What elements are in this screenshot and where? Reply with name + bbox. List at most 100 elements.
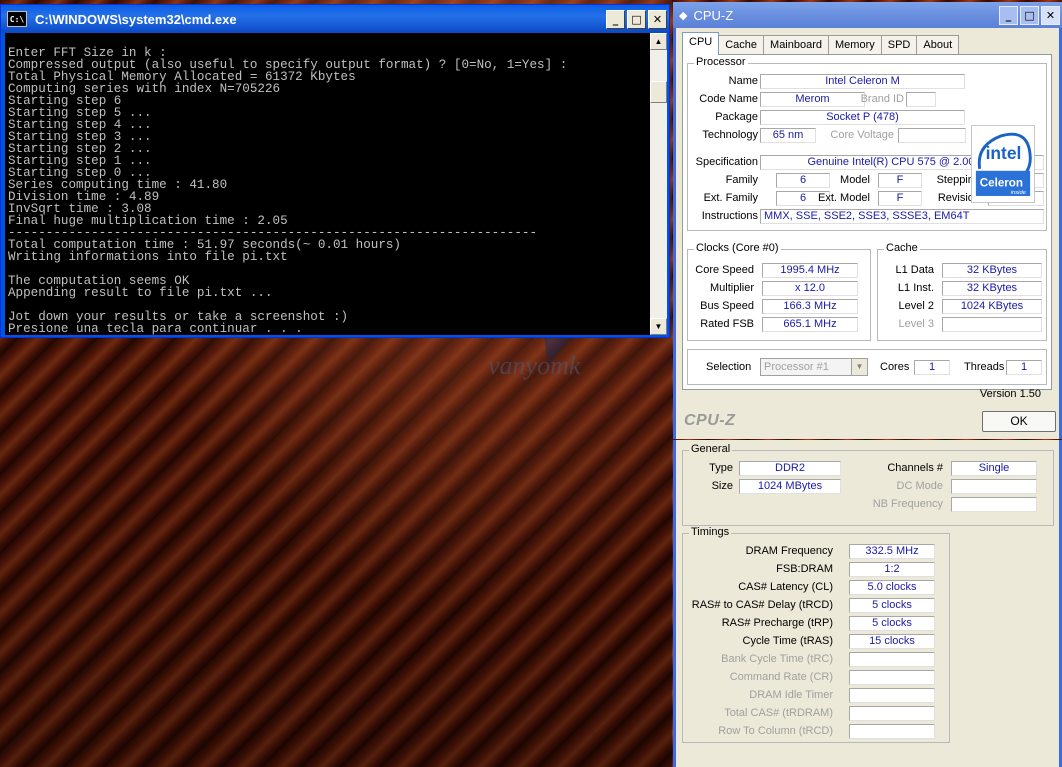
vertical-scrollbar[interactable]: ▲ ▼ bbox=[650, 33, 667, 335]
specification-label: Specification bbox=[695, 156, 758, 168]
cpu-tab-panel: Processor Name Intel Celeron M Code Name… bbox=[682, 54, 1052, 390]
ext-model-label: Ext. Model bbox=[818, 192, 870, 204]
cmd-window: C:\ C:\WINDOWS\system32\cmd.exe _ □ ✕ En… bbox=[0, 4, 670, 338]
console-output-area[interactable]: Enter FFT Size in k : Compressed output … bbox=[5, 33, 650, 335]
core-speed-value: 1995.4 MHz bbox=[762, 263, 858, 278]
cmd-titlebar[interactable]: C:\ C:\WINDOWS\system32\cmd.exe _ □ ✕ bbox=[1, 5, 669, 33]
rated-fsb-label: Rated FSB bbox=[700, 318, 754, 330]
timings-group-title: Timings bbox=[689, 526, 732, 538]
cpuz-cpu-window: ◆ CPU-Z _ □ ✕ CPU Cache Mainboard Memory… bbox=[673, 2, 1062, 439]
cpuz-app-icon: ◆ bbox=[679, 9, 688, 22]
maximize-button[interactable]: □ bbox=[1020, 5, 1039, 25]
core-voltage-label: Core Voltage bbox=[830, 129, 894, 141]
cpuz-titlebar[interactable]: ◆ CPU-Z _ □ ✕ bbox=[673, 2, 1062, 28]
size-value: 1024 MBytes bbox=[739, 479, 841, 494]
memory-panel: General Type DDR2 Size 1024 MBytes Chann… bbox=[676, 440, 1059, 767]
tab-cache[interactable]: Cache bbox=[718, 35, 765, 54]
timing-label: CAS# Latency (CL) bbox=[738, 581, 833, 593]
timing-value bbox=[849, 724, 935, 739]
model-label: Model bbox=[840, 174, 870, 186]
l1-inst-label: L1 Inst. bbox=[897, 282, 934, 294]
core-voltage-value bbox=[898, 128, 966, 143]
type-value: DDR2 bbox=[739, 461, 841, 476]
l1-data-value: 32 KBytes bbox=[942, 263, 1042, 278]
timing-value bbox=[849, 706, 935, 721]
technology-value: 65 nm bbox=[760, 128, 816, 143]
instructions-label: Instructions bbox=[701, 210, 758, 222]
cpuz-title: CPU-Z bbox=[693, 7, 734, 23]
channels-label: Channels # bbox=[887, 462, 943, 474]
l1-inst-value: 32 KBytes bbox=[942, 281, 1042, 296]
console-icon[interactable]: C:\ bbox=[7, 11, 27, 27]
size-label: Size bbox=[711, 480, 733, 492]
clocks-group: Clocks (Core #0) Core Speed 1995.4 MHz M… bbox=[687, 242, 871, 341]
level3-value bbox=[942, 317, 1042, 332]
package-value: Socket P (478) bbox=[760, 110, 965, 125]
timing-label: Command Rate (CR) bbox=[729, 671, 833, 683]
tab-cpu[interactable]: CPU bbox=[682, 32, 720, 55]
processor-select-value: Processor #1 bbox=[764, 361, 829, 373]
processor-select[interactable]: Processor #1 ▼ bbox=[760, 358, 868, 376]
core-speed-label: Core Speed bbox=[695, 264, 754, 276]
timing-label: DRAM Idle Timer bbox=[749, 689, 833, 701]
timing-label: RAS# Precharge (tRP) bbox=[721, 617, 833, 629]
timing-label: Bank Cycle Time (tRC) bbox=[721, 653, 833, 665]
threads-value: 1 bbox=[1006, 360, 1042, 375]
multiplier-value: x 12.0 bbox=[762, 281, 858, 296]
cores-value: 1 bbox=[914, 360, 950, 375]
codename-value: Merom bbox=[760, 92, 865, 107]
minimize-button[interactable]: _ bbox=[999, 5, 1018, 25]
general-group: General Type DDR2 Size 1024 MBytes Chann… bbox=[682, 443, 1054, 526]
timing-label: RAS# to CAS# Delay (tRCD) bbox=[691, 599, 833, 611]
close-button[interactable]: ✕ bbox=[1041, 5, 1060, 25]
threads-label: Threads bbox=[964, 361, 1005, 373]
brandid-label: Brand ID bbox=[860, 93, 904, 105]
timing-value: 5 clocks bbox=[849, 598, 935, 613]
technology-label: Technology bbox=[702, 129, 758, 141]
nb-frequency-label: NB Frequency bbox=[872, 498, 943, 510]
scroll-down-arrow-icon[interactable]: ▼ bbox=[650, 318, 667, 335]
scroll-thumb[interactable] bbox=[650, 81, 667, 103]
timing-value: 5.0 clocks bbox=[849, 580, 935, 595]
timing-value bbox=[849, 652, 935, 667]
timing-label: Row To Column (tRCD) bbox=[718, 725, 833, 737]
timing-value bbox=[849, 688, 935, 703]
maximize-button[interactable]: □ bbox=[627, 9, 646, 29]
tab-about[interactable]: About bbox=[916, 35, 960, 54]
intel-celeron-logo: intel Celeron inside bbox=[971, 125, 1035, 203]
version-label: Version 1.50 bbox=[979, 388, 1041, 400]
type-label: Type bbox=[709, 462, 733, 474]
scroll-up-arrow-icon[interactable]: ▲ bbox=[650, 33, 667, 50]
cpu-name-value: Intel Celeron M bbox=[760, 74, 965, 89]
dc-mode-label: DC Mode bbox=[896, 480, 943, 492]
level2-label: Level 2 bbox=[898, 300, 934, 312]
minimize-button[interactable]: _ bbox=[606, 9, 625, 29]
ok-button[interactable]: OK bbox=[982, 411, 1056, 432]
timing-label: FSB:DRAM bbox=[776, 563, 833, 575]
timing-value: 332.5 MHz bbox=[849, 544, 935, 559]
tab-mainboard[interactable]: Mainboard bbox=[763, 35, 830, 54]
rated-fsb-value: 665.1 MHz bbox=[762, 317, 858, 332]
dropdown-arrow-icon[interactable]: ▼ bbox=[851, 359, 867, 375]
brandid-value bbox=[906, 92, 936, 107]
timings-group: Timings DRAM Frequency 332.5 MHz FSB:DRAM 1… bbox=[682, 526, 950, 743]
name-label: Name bbox=[728, 75, 758, 87]
nb-frequency-value bbox=[951, 497, 1037, 512]
level3-label: Level 3 bbox=[898, 318, 934, 330]
l1-data-label: L1 Data bbox=[895, 264, 934, 276]
console-output: Enter FFT Size in k : Compressed output … bbox=[8, 46, 568, 335]
tab-spd[interactable]: SPD bbox=[880, 35, 918, 54]
selection-label: Selection bbox=[706, 361, 752, 373]
timing-value: 5 clocks bbox=[849, 616, 935, 631]
package-label: Package bbox=[715, 111, 758, 123]
celeron-logo-text: Celeron bbox=[980, 176, 1023, 189]
tab-bar: CPU Cache Mainboard Memory SPD About bbox=[676, 32, 1059, 56]
close-button[interactable]: ✕ bbox=[648, 9, 667, 29]
cpuz-memory-window: General Type DDR2 Size 1024 MBytes Chann… bbox=[673, 440, 1062, 767]
bus-speed-value: 166.3 MHz bbox=[762, 299, 858, 314]
tab-memory[interactable]: Memory bbox=[828, 35, 882, 54]
timing-value bbox=[849, 670, 935, 685]
instructions-value: MMX, SSE, SSE2, SSE3, SSSE3, EM64T bbox=[760, 209, 1044, 224]
timing-value: 15 clocks bbox=[849, 634, 935, 649]
codename-label: Code Name bbox=[699, 93, 758, 105]
